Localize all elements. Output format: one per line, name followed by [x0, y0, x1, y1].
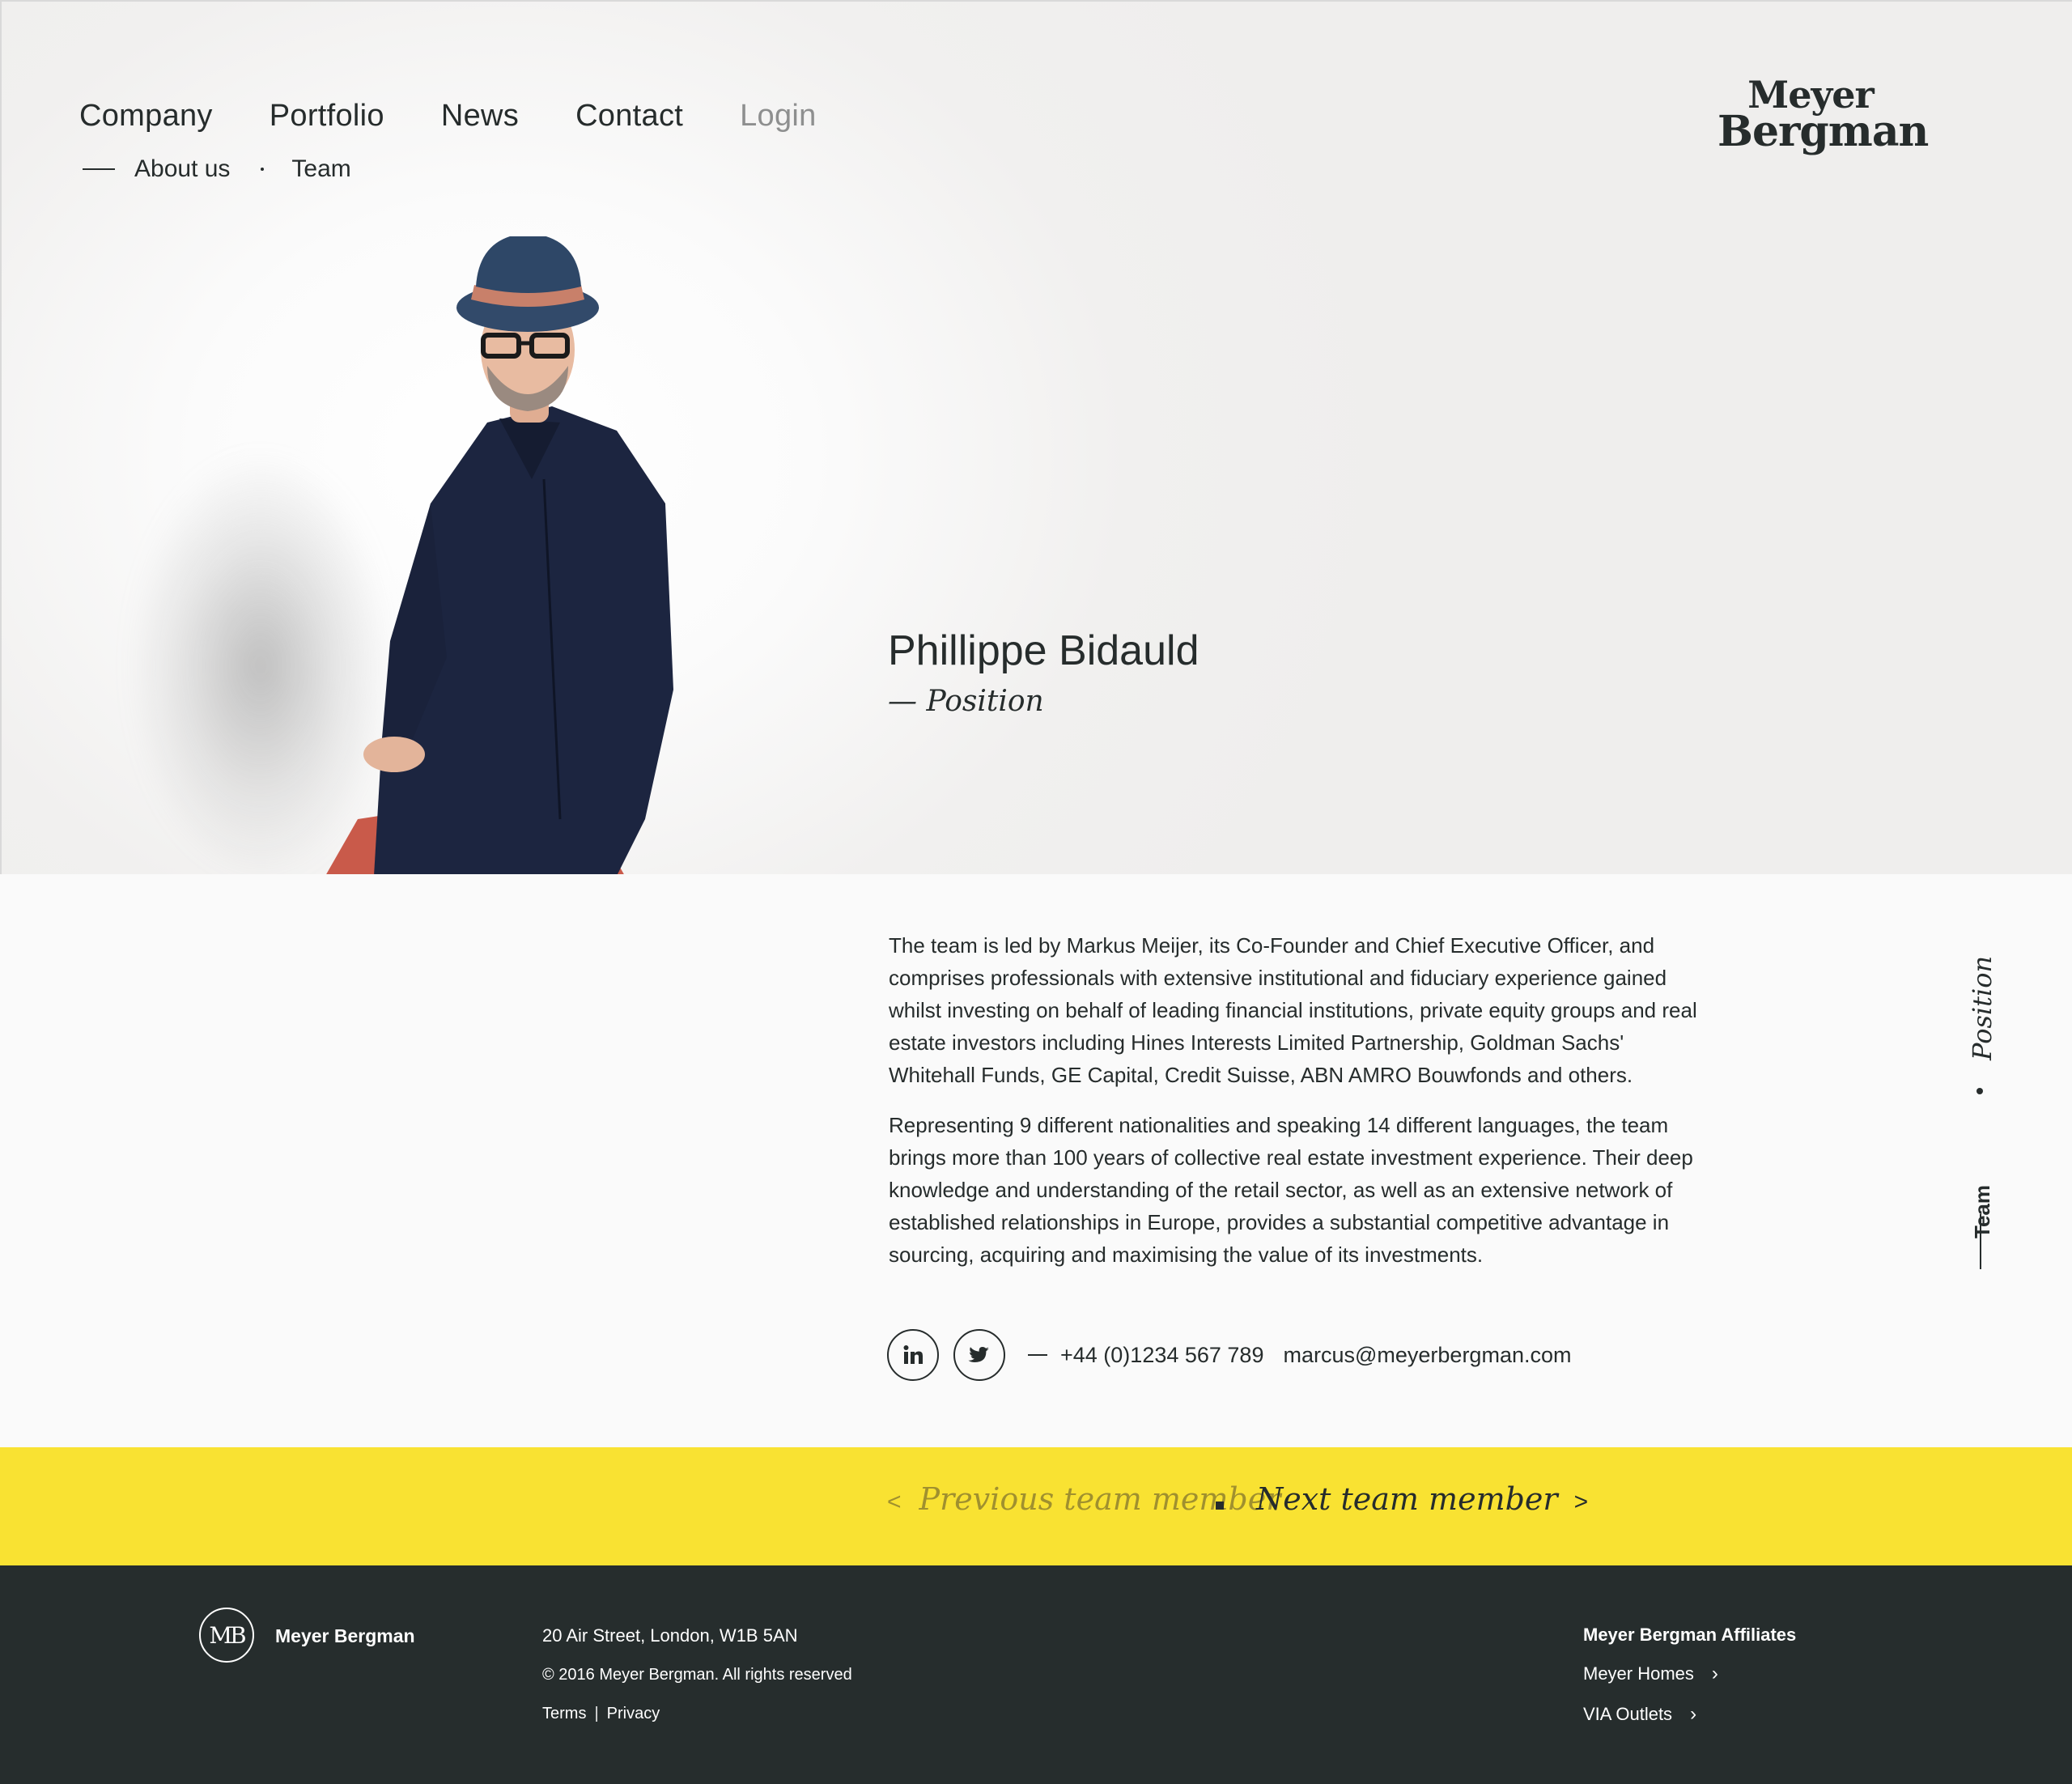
site-footer: MB Meyer Bergman 20 Air Street, London, …: [0, 1565, 2072, 1784]
chevron-right-icon: ›: [1711, 1663, 1718, 1684]
affiliates-title: Meyer Bergman Affiliates: [1583, 1625, 1797, 1645]
chevron-right-icon: ›: [1690, 1703, 1697, 1725]
team-member-photo: [326, 236, 673, 874]
breadcrumb-team[interactable]: Team: [291, 155, 350, 183]
nav-news[interactable]: News: [441, 99, 519, 134]
legal-separator: |: [594, 1705, 599, 1722]
member-bio: The team is led by Markus Meijer, its Co…: [889, 929, 1698, 1289]
previous-member-link[interactable]: < Previous team member: [887, 1481, 1280, 1517]
affiliate-label: VIA Outlets: [1583, 1704, 1673, 1724]
nav-portfolio[interactable]: Portfolio: [270, 99, 384, 134]
breadcrumb-about-us[interactable]: About us: [134, 155, 230, 183]
affiliate-meyer-homes[interactable]: Meyer Homes ›: [1583, 1663, 1718, 1685]
privacy-link[interactable]: Privacy: [607, 1705, 660, 1723]
linkedin-icon[interactable]: [887, 1329, 939, 1381]
side-separator-dot: [1976, 1088, 1983, 1094]
hero-section: Company Portfolio News Contact Login Abo…: [0, 0, 2072, 874]
vertical-side-label: Position Team: [1959, 956, 2007, 1271]
logo-line-2: Bergman: [1717, 107, 1929, 156]
footer-copyright: © 2016 Meyer Bergman. All rights reserve…: [542, 1666, 852, 1684]
side-position-label: Position: [1967, 955, 1998, 1060]
nav-company[interactable]: Company: [79, 99, 213, 134]
member-name: Phillippe Bidauld: [888, 627, 1199, 674]
affiliate-via-outlets[interactable]: VIA Outlets ›: [1583, 1703, 1696, 1726]
pager-separator: [1216, 1502, 1224, 1510]
footer-brand: Meyer Bergman: [275, 1625, 415, 1646]
side-team-label: Team: [1970, 1185, 1994, 1238]
member-position: — Position: [888, 685, 1044, 718]
side-vertical-line: [1980, 1214, 1981, 1269]
main-nav: Company Portfolio News Contact Login: [79, 99, 817, 134]
mb-monogram-logo[interactable]: MB: [199, 1608, 254, 1663]
affiliate-label: Meyer Homes: [1583, 1663, 1694, 1684]
team-pager: < Previous team member Next team member >: [0, 1447, 2072, 1565]
phone-number[interactable]: +44 (0)1234 567 789: [1060, 1343, 1263, 1368]
footer-legal-links: Terms | Privacy: [542, 1705, 660, 1723]
brand-logo[interactable]: Meyer Bergman: [1717, 76, 1929, 156]
breadcrumb-dash: [83, 168, 115, 170]
breadcrumb: About us Team: [83, 155, 351, 183]
bio-paragraph-2: Representing 9 different nationalities a…: [889, 1113, 1693, 1267]
contact-dash: [1028, 1354, 1047, 1356]
nav-login[interactable]: Login: [740, 99, 816, 134]
previous-member-label: Previous team member: [919, 1481, 1281, 1517]
breadcrumb-separator: [261, 168, 265, 171]
terms-link[interactable]: Terms: [542, 1705, 586, 1723]
chevron-right-icon: >: [1573, 1489, 1589, 1515]
twitter-icon[interactable]: [953, 1329, 1005, 1381]
chevron-left-icon: <: [887, 1489, 902, 1515]
footer-address: 20 Air Street, London, W1B 5AN: [542, 1625, 798, 1646]
contact-row: +44 (0)1234 567 789 marcus@meyerbergman.…: [887, 1329, 1571, 1381]
next-member-link[interactable]: Next team member >: [1256, 1481, 1588, 1517]
nav-contact[interactable]: Contact: [575, 99, 683, 134]
bio-paragraph-1: The team is led by Markus Meijer, its Co…: [889, 933, 1697, 1087]
next-member-label: Next team member: [1256, 1481, 1558, 1517]
email-link[interactable]: marcus@meyerbergman.com: [1283, 1343, 1571, 1368]
